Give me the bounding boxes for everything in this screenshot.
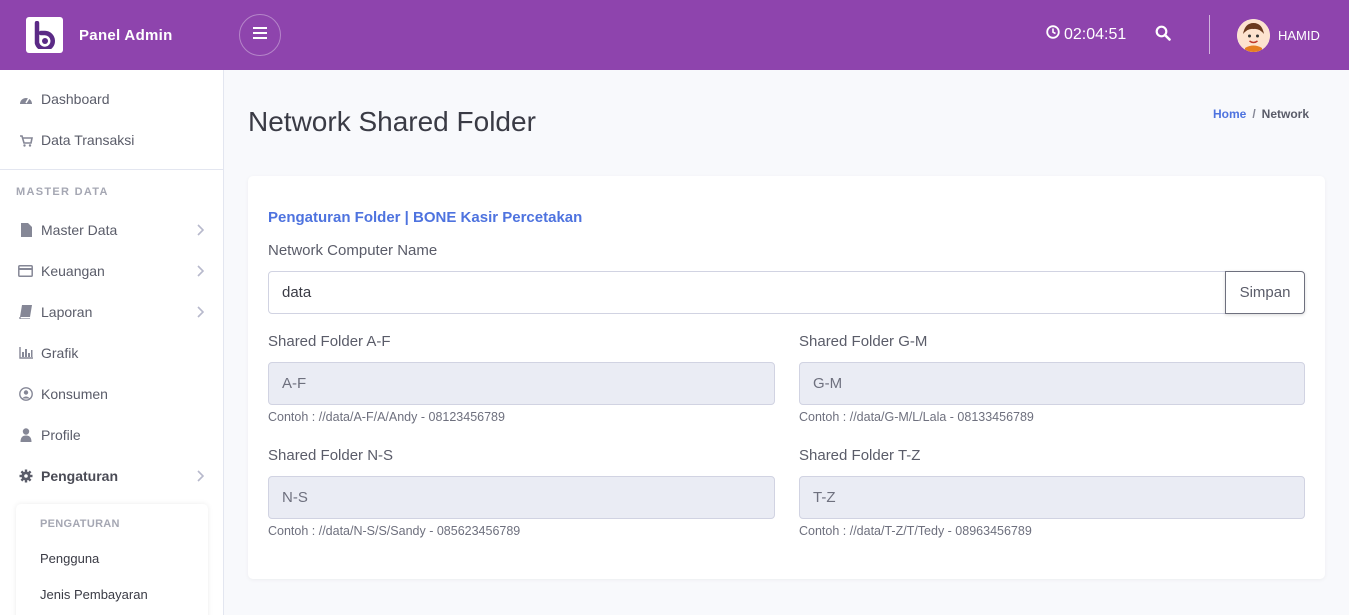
gear-icon	[18, 469, 33, 484]
sidebar-item-pengaturan[interactable]: Pengaturan	[0, 456, 224, 496]
clock: 02:04:51	[1046, 25, 1126, 44]
sidebar-item-label: Konsumen	[41, 386, 108, 402]
sidebar-item-label: Grafik	[41, 345, 79, 361]
pengaturan-submenu: PENGATURAN Pengguna Jenis Pembayaran	[16, 504, 208, 615]
brand-name: Panel Admin	[79, 26, 173, 44]
sidebar-heading: MASTER DATA	[16, 186, 109, 198]
sidebar-item-label: Keuangan	[41, 263, 105, 279]
submenu-item-pengguna[interactable]: Pengguna	[40, 551, 99, 566]
hamburger-icon	[253, 26, 267, 44]
user-circle-icon	[18, 387, 33, 402]
save-button[interactable]: Simpan	[1225, 271, 1305, 314]
chevron-right-icon	[196, 469, 205, 485]
sidebar-item-data-transaksi[interactable]: Data Transaksi	[0, 120, 224, 160]
sidebar-item-label: Dashboard	[41, 91, 110, 107]
folder-a-f-input[interactable]: A-F	[268, 362, 775, 405]
chevron-right-icon	[196, 305, 205, 321]
topbar-divider	[1209, 15, 1210, 54]
clock-time: 02:04:51	[1064, 25, 1127, 43]
submenu-item-jenis-pembayaran[interactable]: Jenis Pembayaran	[40, 587, 148, 602]
sidebar-item-label: Master Data	[41, 222, 118, 238]
computer-name-input[interactable]: data	[268, 271, 1226, 314]
sidebar-item-dashboard[interactable]: Dashboard	[0, 79, 224, 119]
avatar	[1237, 19, 1270, 52]
brand[interactable]: Panel Admin	[0, 17, 224, 53]
breadcrumb: Home / Network	[1213, 107, 1309, 121]
brand-logo	[26, 17, 63, 53]
breadcrumb-current: Network	[1261, 107, 1309, 121]
folder-t-z-label: Shared Folder T-Z	[799, 447, 921, 464]
breadcrumb-separator: /	[1252, 107, 1256, 121]
clock-icon	[1046, 25, 1060, 44]
breadcrumb-home-link[interactable]: Home	[1213, 107, 1246, 121]
sidebar-item-profile[interactable]: Profile	[0, 415, 224, 455]
sidebar-divider	[0, 169, 224, 170]
sidebar-item-keuangan[interactable]: Keuangan	[0, 251, 224, 291]
sidebar-item-label: Laporan	[41, 304, 93, 320]
cart-icon	[18, 133, 33, 148]
user-icon	[18, 428, 33, 443]
search-icon	[1155, 25, 1171, 46]
folder-g-m-hint: Contoh : //data/G-M/L/Lala - 08133456789	[799, 410, 1034, 424]
folder-n-s-label: Shared Folder N-S	[268, 447, 394, 464]
chevron-right-icon	[196, 223, 205, 239]
sidebar-item-konsumen[interactable]: Konsumen	[0, 374, 224, 414]
folder-t-z-input[interactable]: T-Z	[799, 476, 1305, 519]
computer-name-label: Network Computer Name	[268, 242, 438, 259]
sidebar-item-label: Profile	[41, 427, 81, 443]
folder-g-m-input[interactable]: G-M	[799, 362, 1305, 405]
username: HAMID	[1278, 28, 1320, 43]
sidebar: Dashboard Data Transaksi MASTER DATA Mas…	[0, 70, 224, 615]
sidebar-item-label: Pengaturan	[41, 468, 119, 484]
folder-settings-card: Pengaturan Folder | BONE Kasir Percetaka…	[248, 176, 1325, 579]
folder-g-m-label: Shared Folder G-M	[799, 333, 928, 350]
folder-n-s-hint: Contoh : //data/N-S/S/Sandy - 0856234567…	[268, 524, 521, 538]
file-icon	[18, 223, 33, 238]
dashboard-icon	[18, 92, 33, 107]
search-button[interactable]	[1152, 24, 1174, 46]
page-title: Network Shared Folder	[248, 106, 536, 137]
sidebar-item-master-data[interactable]: Master Data	[0, 210, 224, 250]
folder-a-f-label: Shared Folder A-F	[268, 333, 391, 350]
folder-t-z-hint: Contoh : //data/T-Z/T/Tedy - 08963456789	[799, 524, 1032, 538]
credit-card-icon	[18, 264, 33, 279]
folder-n-s-input[interactable]: N-S	[268, 476, 775, 519]
submenu-heading: PENGATURAN	[40, 518, 120, 530]
folder-a-f-hint: Contoh : //data/A-F/A/Andy - 08123456789	[268, 410, 505, 424]
sidebar-item-laporan[interactable]: Laporan	[0, 292, 224, 332]
topbar: Panel Admin 02:04:51 HAMID	[0, 0, 1349, 70]
bar-chart-icon	[18, 346, 33, 361]
sidebar-toggle-button[interactable]	[239, 14, 281, 56]
sidebar-item-grafik[interactable]: Grafik	[0, 333, 224, 373]
user-menu[interactable]: HAMID	[1237, 19, 1320, 52]
sidebar-item-label: Data Transaksi	[41, 132, 135, 148]
book-icon	[18, 305, 33, 320]
chevron-right-icon	[196, 264, 205, 280]
card-title: Pengaturan Folder | BONE Kasir Percetaka…	[268, 209, 583, 226]
